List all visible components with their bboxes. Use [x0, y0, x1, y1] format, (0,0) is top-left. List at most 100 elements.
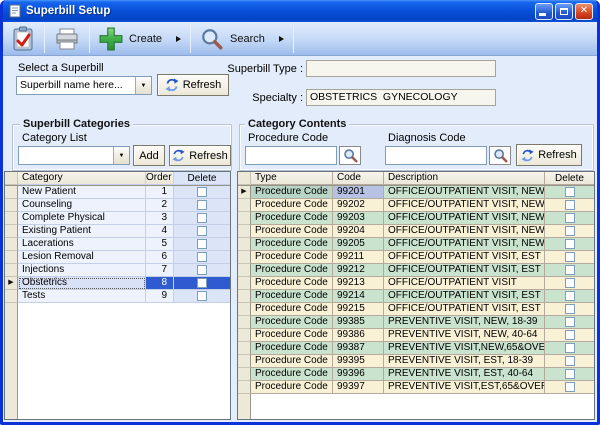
maximize-button[interactable]	[555, 3, 573, 20]
delete-cell[interactable]	[545, 342, 594, 355]
delete-checkbox[interactable]	[197, 291, 207, 301]
code-cell[interactable]: 99385	[333, 316, 384, 329]
category-cell[interactable]: Existing Patient	[18, 225, 146, 238]
minimize-button[interactable]	[535, 3, 553, 20]
description-cell[interactable]: PREVENTIVE VISIT,EST,65&OVER	[384, 381, 545, 394]
diagnosis-code-input[interactable]	[385, 146, 487, 165]
diagnosis-code-search-button[interactable]	[489, 146, 511, 165]
delete-checkbox[interactable]	[197, 226, 207, 236]
category-table-row[interactable]: Lacerations 5	[5, 238, 230, 251]
code-cell[interactable]: 99395	[333, 355, 384, 368]
delete-cell[interactable]	[545, 368, 594, 381]
content-table-row[interactable]: Procedure Code 99397 PREVENTIVE VISIT,ES…	[238, 381, 594, 394]
delete-checkbox[interactable]	[565, 291, 575, 301]
category-cell[interactable]: Complete Physical	[18, 212, 146, 225]
delete-checkbox[interactable]	[565, 226, 575, 236]
delete-cell[interactable]	[174, 277, 230, 290]
column-header-category[interactable]: Category	[18, 172, 146, 185]
category-cell[interactable]: New Patient	[18, 186, 146, 199]
row-selector-cell[interactable]	[238, 355, 251, 368]
delete-checkbox[interactable]	[565, 369, 575, 379]
delete-checkbox[interactable]	[565, 343, 575, 353]
delete-checkbox[interactable]	[565, 278, 575, 288]
procedure-code-input[interactable]	[245, 146, 337, 165]
delete-cell[interactable]	[545, 329, 594, 342]
type-cell[interactable]: Procedure Code	[251, 355, 333, 368]
delete-cell[interactable]	[545, 290, 594, 303]
delete-cell[interactable]	[174, 238, 230, 251]
category-table-row[interactable]: Existing Patient 4	[5, 225, 230, 238]
category-table-row[interactable]: Counseling 2	[5, 199, 230, 212]
delete-cell[interactable]	[174, 290, 230, 303]
content-table-row[interactable]: Procedure Code 99213 OFFICE/OUTPATIENT V…	[238, 277, 594, 290]
description-cell[interactable]: OFFICE/OUTPATIENT VISIT, NEW	[384, 238, 545, 251]
row-selector-cell[interactable]	[5, 290, 18, 303]
contents-refresh-button[interactable]: Refresh	[516, 144, 582, 166]
column-header-description[interactable]: Description	[384, 172, 545, 185]
description-cell[interactable]: OFFICE/OUTPATIENT VISIT, EST	[384, 303, 545, 316]
order-cell[interactable]: 7	[146, 264, 174, 277]
content-table-row[interactable]: Procedure Code 99212 OFFICE/OUTPATIENT V…	[238, 264, 594, 277]
row-selector-cell[interactable]	[5, 277, 18, 290]
row-selector-cell[interactable]	[5, 238, 18, 251]
order-cell[interactable]: 4	[146, 225, 174, 238]
delete-cell[interactable]	[174, 225, 230, 238]
content-table-row[interactable]: Procedure Code 99205 OFFICE/OUTPATIENT V…	[238, 238, 594, 251]
category-cell[interactable]: Counseling	[18, 199, 146, 212]
delete-checkbox[interactable]	[565, 304, 575, 314]
category-table-row[interactable]: Tests 9	[5, 290, 230, 303]
row-selector-cell[interactable]	[238, 303, 251, 316]
description-cell[interactable]: OFFICE/OUTPATIENT VISIT, EST	[384, 290, 545, 303]
delete-cell[interactable]	[545, 199, 594, 212]
type-cell[interactable]: Procedure Code	[251, 290, 333, 303]
description-cell[interactable]: OFFICE/OUTPATIENT VISIT, NEW	[384, 212, 545, 225]
type-cell[interactable]: Procedure Code	[251, 238, 333, 251]
row-selector-cell[interactable]	[238, 329, 251, 342]
delete-checkbox[interactable]	[565, 265, 575, 275]
description-cell[interactable]: PREVENTIVE VISIT, NEW, 40-64	[384, 329, 545, 342]
type-cell[interactable]: Procedure Code	[251, 277, 333, 290]
column-header-type[interactable]: Type	[251, 172, 333, 185]
specialty-field[interactable]: OBSTETRICS GYNECOLOGY	[306, 89, 496, 106]
content-table-row[interactable]: Procedure Code 99201 OFFICE/OUTPATIENT V…	[238, 186, 594, 199]
content-table-row[interactable]: Procedure Code 99215 OFFICE/OUTPATIENT V…	[238, 303, 594, 316]
delete-cell[interactable]	[545, 381, 594, 394]
row-selector-cell[interactable]	[5, 225, 18, 238]
delete-checkbox[interactable]	[565, 187, 575, 197]
type-cell[interactable]: Procedure Code	[251, 381, 333, 394]
row-selector-cell[interactable]	[238, 199, 251, 212]
delete-cell[interactable]	[545, 186, 594, 199]
description-cell[interactable]: OFFICE/OUTPATIENT VISIT, EST	[384, 251, 545, 264]
code-cell[interactable]: 99204	[333, 225, 384, 238]
order-cell[interactable]: 1	[146, 186, 174, 199]
delete-checkbox[interactable]	[197, 278, 207, 288]
delete-cell[interactable]	[545, 277, 594, 290]
row-selector-cell[interactable]	[238, 290, 251, 303]
row-selector-cell[interactable]	[238, 381, 251, 394]
code-cell[interactable]: 99396	[333, 368, 384, 381]
delete-checkbox[interactable]	[197, 213, 207, 223]
procedure-code-search-button[interactable]	[339, 146, 361, 165]
content-table-row[interactable]: Procedure Code 99385 PREVENTIVE VISIT, N…	[238, 316, 594, 329]
create-button[interactable]: Create	[93, 24, 187, 54]
delete-cell[interactable]	[545, 225, 594, 238]
delete-cell[interactable]	[545, 212, 594, 225]
code-cell[interactable]: 99203	[333, 212, 384, 225]
code-cell[interactable]: 99397	[333, 381, 384, 394]
delete-cell[interactable]	[545, 316, 594, 329]
type-cell[interactable]: Procedure Code	[251, 212, 333, 225]
category-cell[interactable]: Obstetrics	[18, 277, 146, 290]
delete-cell[interactable]	[545, 251, 594, 264]
type-cell[interactable]: Procedure Code	[251, 329, 333, 342]
delete-checkbox[interactable]	[197, 265, 207, 275]
content-table-row[interactable]: Procedure Code 99395 PREVENTIVE VISIT, E…	[238, 355, 594, 368]
type-cell[interactable]: Procedure Code	[251, 251, 333, 264]
superbill-combo[interactable]: Superbill name here...	[16, 76, 152, 95]
column-header-delete[interactable]: Delete	[174, 172, 230, 185]
row-selector-cell[interactable]	[5, 186, 18, 199]
delete-cell[interactable]	[545, 303, 594, 316]
dropdown-arrow-icon[interactable]	[135, 77, 151, 94]
category-table-row[interactable]: Lesion Removal 6	[5, 251, 230, 264]
type-cell[interactable]: Procedure Code	[251, 342, 333, 355]
category-table-row[interactable]: Obstetrics 8	[5, 277, 230, 290]
